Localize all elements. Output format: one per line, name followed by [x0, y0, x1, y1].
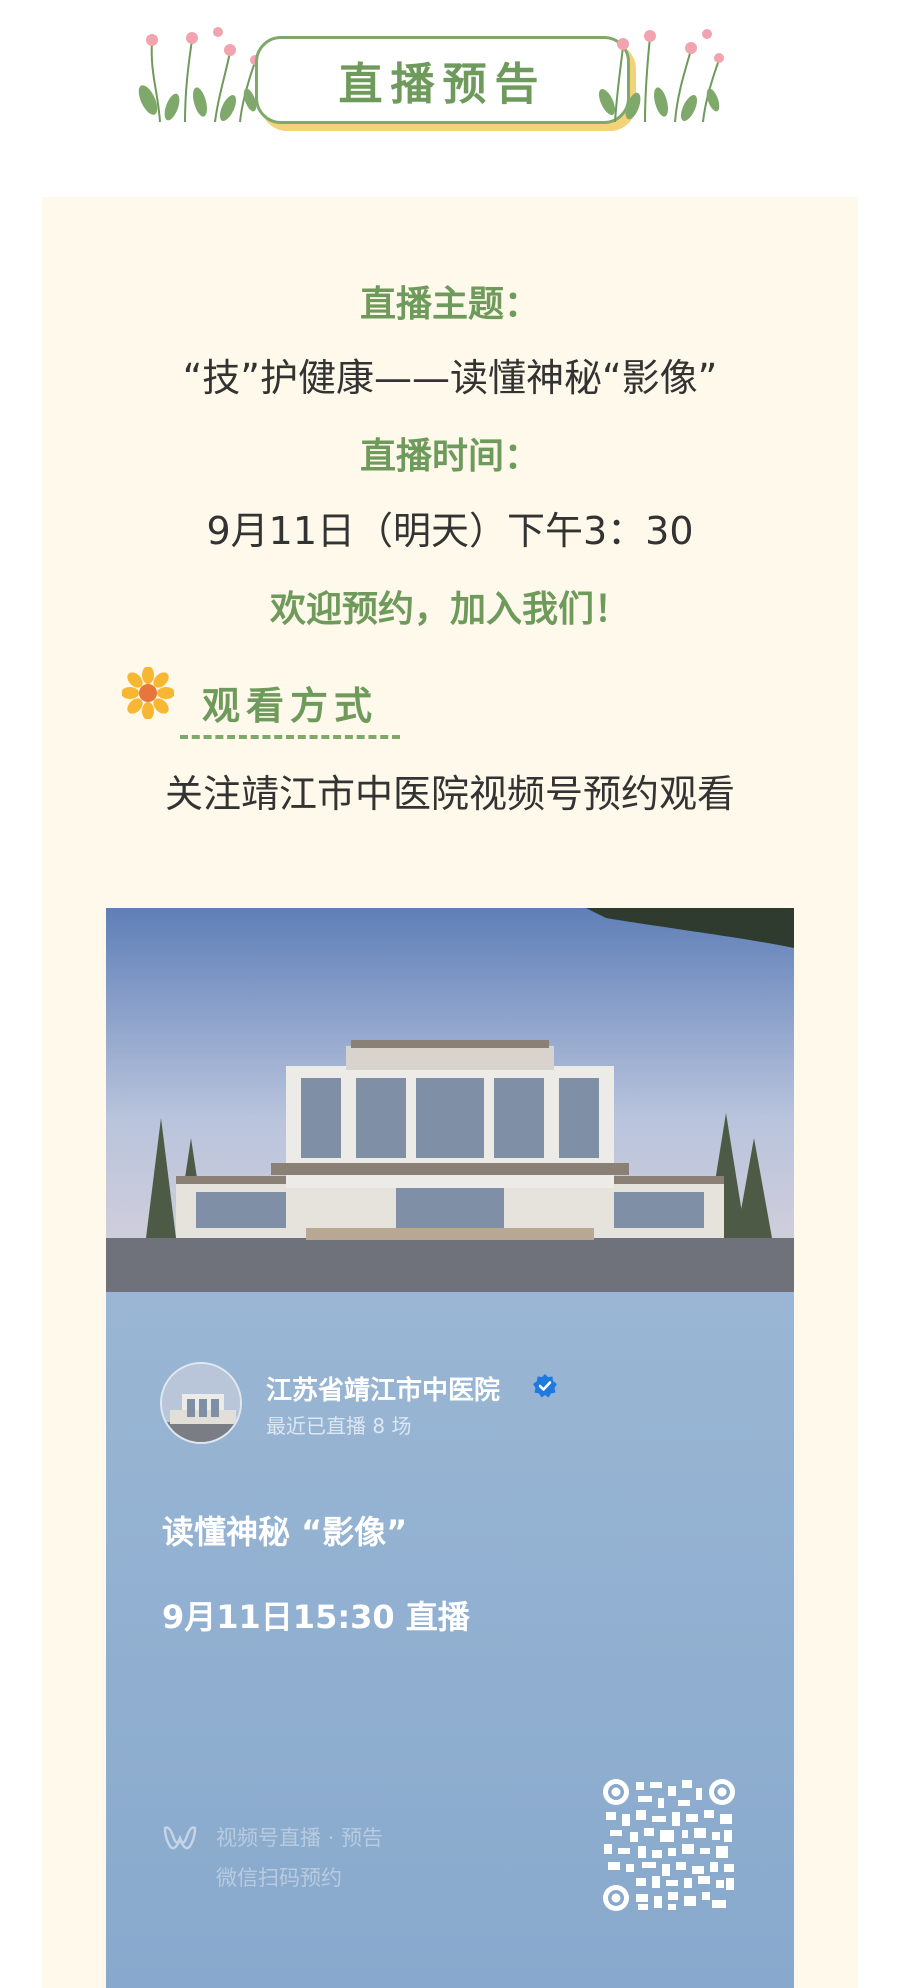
topic-label: 直播主题： [359, 284, 540, 325]
watch-section-title: 观看方式 [202, 684, 379, 728]
qr-code[interactable] [602, 1778, 736, 1912]
flower-decoration-icon [598, 29, 724, 123]
flower-decoration-icon [138, 27, 260, 123]
banner-title: 直播预告 [338, 59, 547, 110]
poster-footer-label: 视频号直播 · 预告 [216, 1826, 384, 1850]
time-text: 9月11日（明天）下午3：30 [206, 509, 694, 553]
poster-footer-hint: 微信扫码预约 [216, 1866, 342, 1890]
account-avatar [160, 1362, 242, 1444]
poster-title: 读懂神秘 “影像” [162, 1513, 408, 1551]
time-label: 直播时间： [359, 436, 540, 477]
avatar-building-icon [162, 1364, 240, 1442]
welcome-text: 欢迎预约，加入我们！ [269, 589, 630, 630]
account-name: 江苏省靖江市中医院 [266, 1376, 501, 1406]
verified-badge-icon [533, 1374, 557, 1398]
header-banner: 直播预告 [0, 0, 900, 150]
topic-text: “技”护健康——读懂神秘“影像” [182, 356, 718, 400]
watch-instruction: 关注靖江市中医院视频号预约观看 [164, 772, 735, 816]
watch-section-header: 观看方式 [122, 667, 442, 747]
sunflower-icon [122, 667, 174, 719]
wechat-channels-icon [163, 1826, 197, 1850]
hospital-building-image [106, 908, 794, 1292]
poster-info-area: 江苏省靖江市中医院 最近已直播 8 场 读懂神秘 “影像” 9月11日15:30… [106, 1292, 794, 1988]
poster-time: 9月11日15:30 直播 [162, 1598, 470, 1636]
account-live-count: 最近已直播 8 场 [266, 1414, 412, 1438]
live-poster-card[interactable]: 江苏省靖江市中医院 最近已直播 8 场 读懂神秘 “影像” 9月11日15:30… [106, 908, 794, 1988]
content-panel: 直播主题： “技”护健康——读懂神秘“影像” 直播时间： 9月11日（明天）下午… [42, 197, 858, 1988]
section-underline [180, 735, 400, 739]
banner-pill: 直播预告 [255, 36, 630, 124]
